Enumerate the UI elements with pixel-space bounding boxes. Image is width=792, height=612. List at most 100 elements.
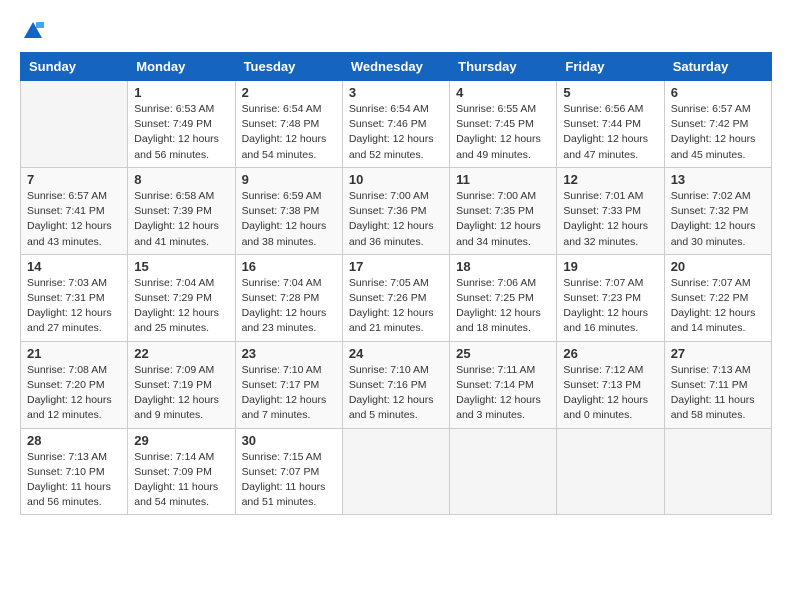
day-info: Sunrise: 7:04 AM Sunset: 7:28 PM Dayligh… xyxy=(242,276,336,337)
calendar-cell: 15Sunrise: 7:04 AM Sunset: 7:29 PM Dayli… xyxy=(128,254,235,341)
day-number: 4 xyxy=(456,85,550,100)
logo xyxy=(20,20,44,42)
day-number: 1 xyxy=(134,85,228,100)
calendar-cell: 13 Sunrise: 7:02 AM Sunset: 7:32 PM Dayli… xyxy=(664,167,771,254)
day-info: Sunrise: 6:57 AM Sunset: 7:42 PM Dayligh… xyxy=(671,102,765,163)
day-number: 16 xyxy=(242,259,336,274)
day-number: 26 xyxy=(563,346,657,361)
calendar-week-row: 21Sunrise: 7:08 AM Sunset: 7:20 PM Dayli… xyxy=(21,341,772,428)
calendar-cell: 28 Sunrise: 7:13 AM Sunset: 7:10 PM Dayli… xyxy=(21,428,128,515)
day-number: 13 xyxy=(671,172,765,187)
calendar-cell: 27 Sunrise: 7:13 AM Sunset: 7:11 PM Dayli… xyxy=(664,341,771,428)
day-info: Sunrise: 7:05 AM Sunset: 7:26 PM Dayligh… xyxy=(349,276,443,337)
calendar-table: SundayMondayTuesdayWednesdayThursdayFrid… xyxy=(20,52,772,515)
calendar-cell xyxy=(450,428,557,515)
calendar-week-row: 1 Sunrise: 6:53 AM Sunset: 7:49 PM Daylig… xyxy=(21,81,772,168)
weekday-header: Friday xyxy=(557,53,664,81)
day-number: 21 xyxy=(27,346,121,361)
day-info: Sunrise: 7:02 AM Sunset: 7:32 PM Dayligh… xyxy=(671,189,765,250)
calendar-cell: 20 Sunrise: 7:07 AM Sunset: 7:22 PM Dayli… xyxy=(664,254,771,341)
calendar-cell: 6Sunrise: 6:57 AM Sunset: 7:42 PM Daylig… xyxy=(664,81,771,168)
calendar-cell: 17Sunrise: 7:05 AM Sunset: 7:26 PM Dayli… xyxy=(342,254,449,341)
weekday-header: Monday xyxy=(128,53,235,81)
day-info: Sunrise: 7:01 AM Sunset: 7:33 PM Dayligh… xyxy=(563,189,657,250)
day-number: 12 xyxy=(563,172,657,187)
day-info: Sunrise: 7:00 AM Sunset: 7:36 PM Dayligh… xyxy=(349,189,443,250)
day-number: 8 xyxy=(134,172,228,187)
calendar-cell: 16 Sunrise: 7:04 AM Sunset: 7:28 PM Dayli… xyxy=(235,254,342,341)
day-info: Sunrise: 7:04 AM Sunset: 7:29 PM Dayligh… xyxy=(134,276,228,337)
day-info: Sunrise: 6:53 AM Sunset: 7:49 PM Dayligh… xyxy=(134,102,228,163)
day-info: Sunrise: 7:03 AM Sunset: 7:31 PM Dayligh… xyxy=(27,276,121,337)
calendar-cell: 24 Sunrise: 7:10 AM Sunset: 7:16 PM Dayli… xyxy=(342,341,449,428)
day-number: 22 xyxy=(134,346,228,361)
weekday-header: Sunday xyxy=(21,53,128,81)
day-number: 23 xyxy=(242,346,336,361)
weekday-header: Thursday xyxy=(450,53,557,81)
calendar-cell: 22Sunrise: 7:09 AM Sunset: 7:19 PM Dayli… xyxy=(128,341,235,428)
calendar-cell: 1 Sunrise: 6:53 AM Sunset: 7:49 PM Daylig… xyxy=(128,81,235,168)
day-info: Sunrise: 6:55 AM Sunset: 7:45 PM Dayligh… xyxy=(456,102,550,163)
calendar-cell: 3 Sunrise: 6:54 AM Sunset: 7:46 PM Daylig… xyxy=(342,81,449,168)
calendar-cell xyxy=(21,81,128,168)
calendar-cell: 10 Sunrise: 7:00 AM Sunset: 7:36 PM Dayli… xyxy=(342,167,449,254)
day-number: 27 xyxy=(671,346,765,361)
day-number: 10 xyxy=(349,172,443,187)
day-info: Sunrise: 7:13 AM Sunset: 7:11 PM Dayligh… xyxy=(671,363,765,424)
day-info: Sunrise: 6:59 AM Sunset: 7:38 PM Dayligh… xyxy=(242,189,336,250)
calendar-cell: 9 Sunrise: 6:59 AM Sunset: 7:38 PM Daylig… xyxy=(235,167,342,254)
day-info: Sunrise: 7:13 AM Sunset: 7:10 PM Dayligh… xyxy=(27,450,121,511)
calendar-cell: 18 Sunrise: 7:06 AM Sunset: 7:25 PM Dayli… xyxy=(450,254,557,341)
calendar-cell: 11 Sunrise: 7:00 AM Sunset: 7:35 PM Dayli… xyxy=(450,167,557,254)
page-header xyxy=(20,20,772,42)
calendar-cell: 26 Sunrise: 7:12 AM Sunset: 7:13 PM Dayli… xyxy=(557,341,664,428)
day-number: 14 xyxy=(27,259,121,274)
day-number: 18 xyxy=(456,259,550,274)
calendar-cell: 25Sunrise: 7:11 AM Sunset: 7:14 PM Dayli… xyxy=(450,341,557,428)
day-info: Sunrise: 7:12 AM Sunset: 7:13 PM Dayligh… xyxy=(563,363,657,424)
day-number: 3 xyxy=(349,85,443,100)
calendar-cell: 30Sunrise: 7:15 AM Sunset: 7:07 PM Dayli… xyxy=(235,428,342,515)
weekday-header: Wednesday xyxy=(342,53,449,81)
calendar-cell: 5 Sunrise: 6:56 AM Sunset: 7:44 PM Daylig… xyxy=(557,81,664,168)
calendar-cell: 21Sunrise: 7:08 AM Sunset: 7:20 PM Dayli… xyxy=(21,341,128,428)
calendar-week-row: 28 Sunrise: 7:13 AM Sunset: 7:10 PM Dayli… xyxy=(21,428,772,515)
day-info: Sunrise: 6:57 AM Sunset: 7:41 PM Dayligh… xyxy=(27,189,121,250)
day-info: Sunrise: 6:54 AM Sunset: 7:48 PM Dayligh… xyxy=(242,102,336,163)
calendar-cell xyxy=(342,428,449,515)
logo-icon xyxy=(22,20,44,42)
day-number: 29 xyxy=(134,433,228,448)
calendar-cell: 14 Sunrise: 7:03 AM Sunset: 7:31 PM Dayli… xyxy=(21,254,128,341)
day-info: Sunrise: 7:14 AM Sunset: 7:09 PM Dayligh… xyxy=(134,450,228,511)
day-info: Sunrise: 6:56 AM Sunset: 7:44 PM Dayligh… xyxy=(563,102,657,163)
day-info: Sunrise: 6:54 AM Sunset: 7:46 PM Dayligh… xyxy=(349,102,443,163)
day-info: Sunrise: 7:10 AM Sunset: 7:17 PM Dayligh… xyxy=(242,363,336,424)
calendar-cell: 2Sunrise: 6:54 AM Sunset: 7:48 PM Daylig… xyxy=(235,81,342,168)
calendar-cell: 7 Sunrise: 6:57 AM Sunset: 7:41 PM Daylig… xyxy=(21,167,128,254)
day-number: 7 xyxy=(27,172,121,187)
day-number: 9 xyxy=(242,172,336,187)
day-number: 5 xyxy=(563,85,657,100)
day-number: 11 xyxy=(456,172,550,187)
day-number: 25 xyxy=(456,346,550,361)
day-number: 24 xyxy=(349,346,443,361)
weekday-header: Tuesday xyxy=(235,53,342,81)
day-number: 28 xyxy=(27,433,121,448)
calendar-cell: 12 Sunrise: 7:01 AM Sunset: 7:33 PM Dayli… xyxy=(557,167,664,254)
day-info: Sunrise: 7:00 AM Sunset: 7:35 PM Dayligh… xyxy=(456,189,550,250)
calendar-cell xyxy=(664,428,771,515)
day-info: Sunrise: 7:07 AM Sunset: 7:22 PM Dayligh… xyxy=(671,276,765,337)
day-info: Sunrise: 7:10 AM Sunset: 7:16 PM Dayligh… xyxy=(349,363,443,424)
day-info: Sunrise: 6:58 AM Sunset: 7:39 PM Dayligh… xyxy=(134,189,228,250)
calendar-cell xyxy=(557,428,664,515)
day-info: Sunrise: 7:06 AM Sunset: 7:25 PM Dayligh… xyxy=(456,276,550,337)
day-number: 20 xyxy=(671,259,765,274)
weekday-header: Saturday xyxy=(664,53,771,81)
calendar-header-row: SundayMondayTuesdayWednesdayThursdayFrid… xyxy=(21,53,772,81)
calendar-cell: 4 Sunrise: 6:55 AM Sunset: 7:45 PM Daylig… xyxy=(450,81,557,168)
calendar-week-row: 14 Sunrise: 7:03 AM Sunset: 7:31 PM Dayli… xyxy=(21,254,772,341)
calendar-week-row: 7 Sunrise: 6:57 AM Sunset: 7:41 PM Daylig… xyxy=(21,167,772,254)
day-info: Sunrise: 7:07 AM Sunset: 7:23 PM Dayligh… xyxy=(563,276,657,337)
calendar-cell: 19Sunrise: 7:07 AM Sunset: 7:23 PM Dayli… xyxy=(557,254,664,341)
day-number: 30 xyxy=(242,433,336,448)
